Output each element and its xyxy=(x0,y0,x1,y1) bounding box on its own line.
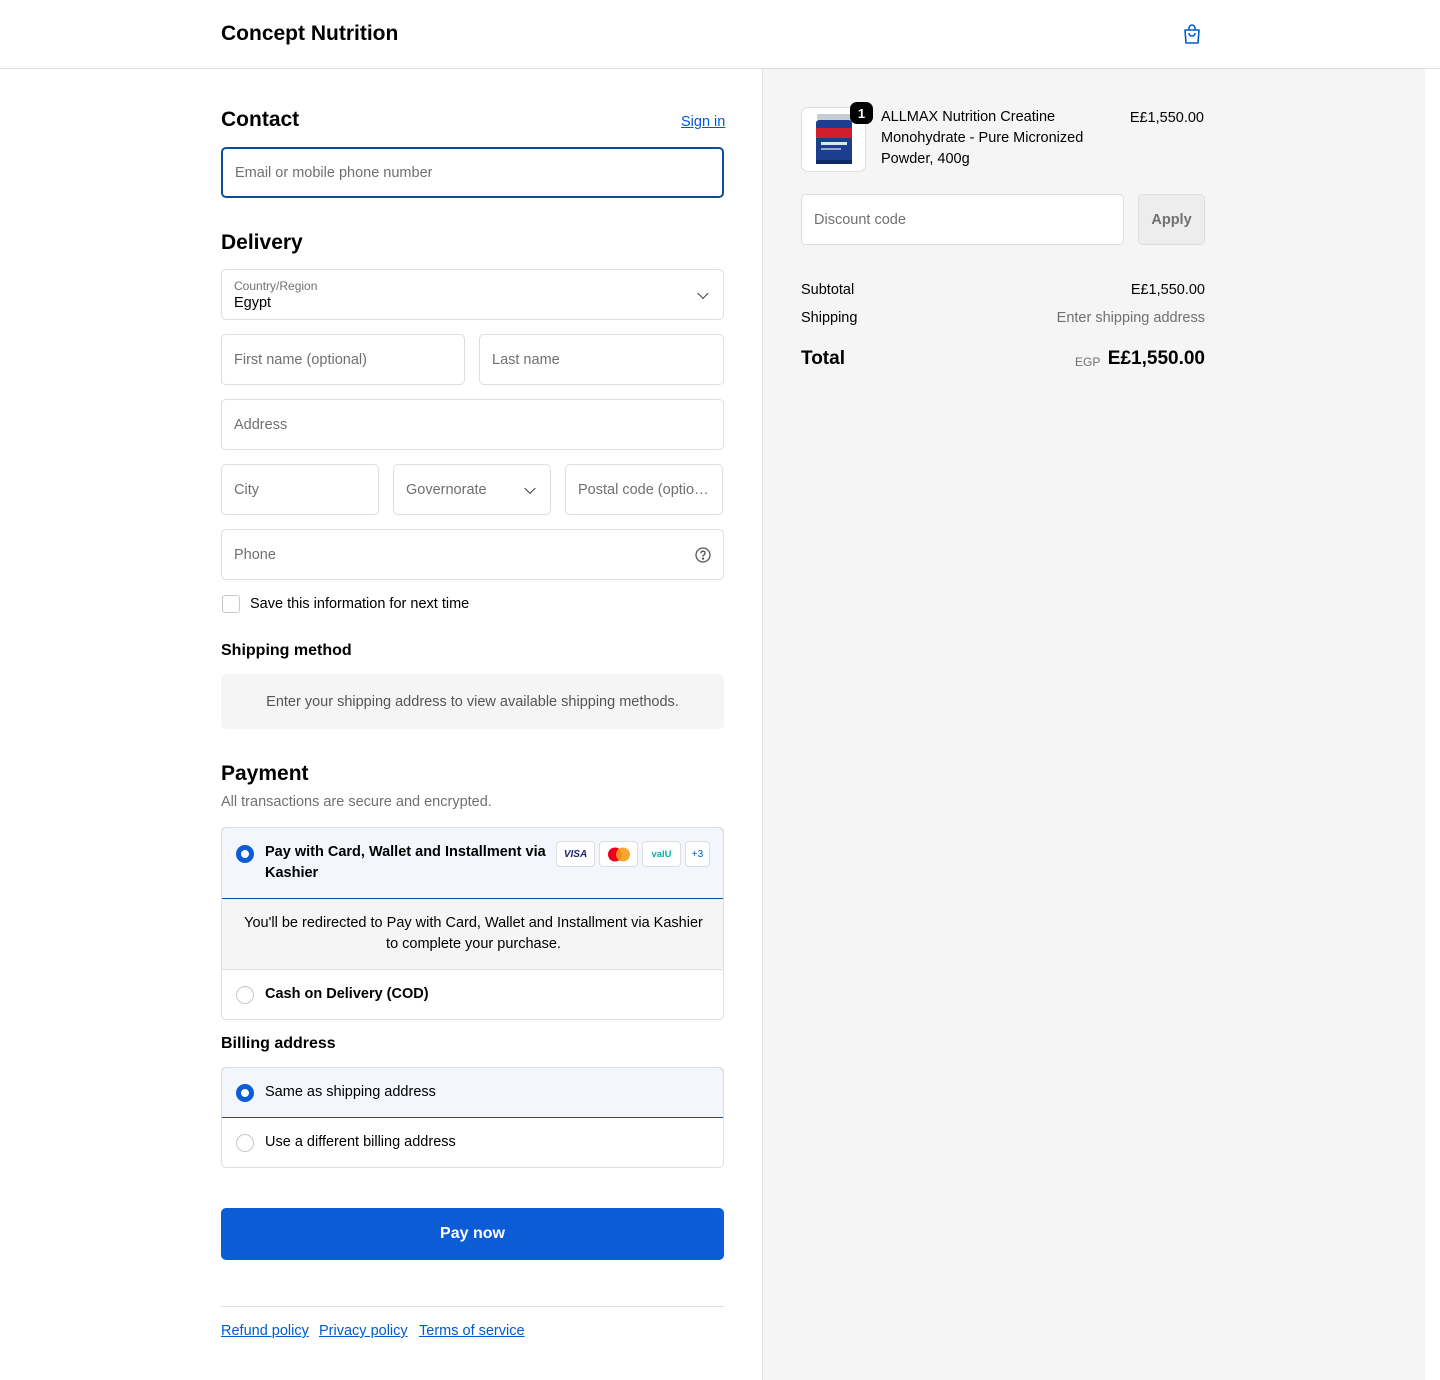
subtotal-value: E£1,550.00 xyxy=(1130,282,1205,298)
total-value: E£1,550.00 xyxy=(1107,348,1205,369)
footer-divider xyxy=(221,1306,724,1307)
governorate-placeholder: Governorate xyxy=(406,481,487,498)
header: Concept Nutrition xyxy=(0,0,1440,69)
shipping-method-title: Shipping method xyxy=(221,642,352,659)
shipping-method-notice: Enter your shipping address to view avai… xyxy=(221,674,724,729)
shopping-bag-icon[interactable] xyxy=(1180,22,1204,46)
kashier-radio[interactable] xyxy=(236,845,254,863)
shipping-label: Shipping xyxy=(801,310,858,326)
order-summary-panel xyxy=(762,69,1425,1380)
city-placeholder: City xyxy=(234,481,259,498)
city-field[interactable]: City xyxy=(221,464,379,515)
delivery-title: Delivery xyxy=(221,231,303,254)
kashier-redirect-notice: You'll be redirected to Pay with Card, W… xyxy=(222,899,723,970)
product-price: E£1,550.00 xyxy=(1129,110,1204,126)
address-placeholder: Address xyxy=(234,416,288,433)
product-name: ALLMAX Nutrition Creatine Monohydrate - … xyxy=(881,109,1084,167)
brand-logo[interactable]: Concept Nutrition xyxy=(221,22,398,46)
pay-now-button[interactable]: Pay now xyxy=(221,1208,724,1260)
cod-label: Cash on Delivery (COD) xyxy=(265,986,429,1002)
refund-policy-link[interactable]: Refund policy xyxy=(221,1323,309,1339)
billing-title: Billing address xyxy=(221,1035,336,1052)
first-name-placeholder: First name (optional) xyxy=(234,351,367,368)
address-field[interactable]: Address xyxy=(221,399,724,450)
product-image-icon xyxy=(816,114,852,164)
governorate-select[interactable]: Governorate xyxy=(393,464,551,515)
visa-icon: VISA xyxy=(556,841,595,867)
contact-title: Contact xyxy=(221,108,300,131)
email-placeholder: Email or mobile phone number xyxy=(235,164,433,181)
billing-different-radio[interactable] xyxy=(236,1134,254,1152)
apply-discount-button[interactable]: Apply xyxy=(1138,194,1205,245)
chevron-down-icon xyxy=(697,287,709,299)
more-cards-badge: +3 xyxy=(685,841,710,867)
chevron-down-icon xyxy=(524,482,536,494)
privacy-policy-link[interactable]: Privacy policy xyxy=(319,1323,408,1339)
terms-of-service-link[interactable]: Terms of service xyxy=(419,1323,525,1339)
postal-code-placeholder: Postal code (optional) xyxy=(578,481,710,498)
sign-in-link[interactable]: Sign in xyxy=(681,114,725,130)
country-select[interactable]: Country/Region Egypt xyxy=(221,269,724,320)
kashier-label: Pay with Card, Wallet and Installment vi… xyxy=(265,844,546,881)
payment-option-kashier[interactable]: Pay with Card, Wallet and Installment vi… xyxy=(222,828,723,899)
first-name-field[interactable]: First name (optional) xyxy=(221,334,465,385)
total-currency: EGP xyxy=(1075,355,1101,369)
payment-option-cod[interactable]: Cash on Delivery (COD) xyxy=(222,970,723,1019)
total-label: Total xyxy=(801,348,845,369)
email-field[interactable]: Email or mobile phone number xyxy=(221,147,724,198)
cod-radio[interactable] xyxy=(236,986,254,1004)
payment-subtitle: All transactions are secure and encrypte… xyxy=(221,794,492,810)
last-name-placeholder: Last name xyxy=(492,351,560,368)
billing-same-label: Same as shipping address xyxy=(265,1084,436,1100)
billing-same-option[interactable]: Same as shipping address xyxy=(222,1068,723,1118)
payment-options: Pay with Card, Wallet and Installment vi… xyxy=(221,827,724,1020)
phone-field[interactable]: Phone xyxy=(221,529,724,580)
product-thumbnail: 1 xyxy=(801,102,873,172)
help-icon[interactable] xyxy=(695,547,711,563)
last-name-field[interactable]: Last name xyxy=(479,334,724,385)
billing-different-label: Use a different billing address xyxy=(265,1134,456,1150)
billing-different-option[interactable]: Use a different billing address xyxy=(222,1118,723,1167)
phone-placeholder: Phone xyxy=(234,546,276,563)
shipping-value: Enter shipping address xyxy=(1056,310,1205,326)
save-info-label: Save this information for next time xyxy=(250,596,470,612)
payment-title: Payment xyxy=(221,762,309,785)
country-value: Egypt xyxy=(234,295,272,311)
valu-icon: valU xyxy=(642,841,681,867)
discount-placeholder: Discount code xyxy=(814,211,906,228)
postal-code-field[interactable]: Postal code (optional) xyxy=(565,464,723,515)
discount-code-field[interactable]: Discount code xyxy=(801,194,1124,245)
subtotal-label: Subtotal xyxy=(801,282,855,298)
save-info-checkbox[interactable] xyxy=(222,595,240,613)
mastercard-icon xyxy=(599,841,638,867)
billing-same-radio[interactable] xyxy=(236,1084,254,1102)
country-label: Country/Region xyxy=(234,279,318,293)
quantity-badge: 1 xyxy=(850,102,873,124)
billing-options: Same as shipping address Use a different… xyxy=(221,1067,724,1168)
